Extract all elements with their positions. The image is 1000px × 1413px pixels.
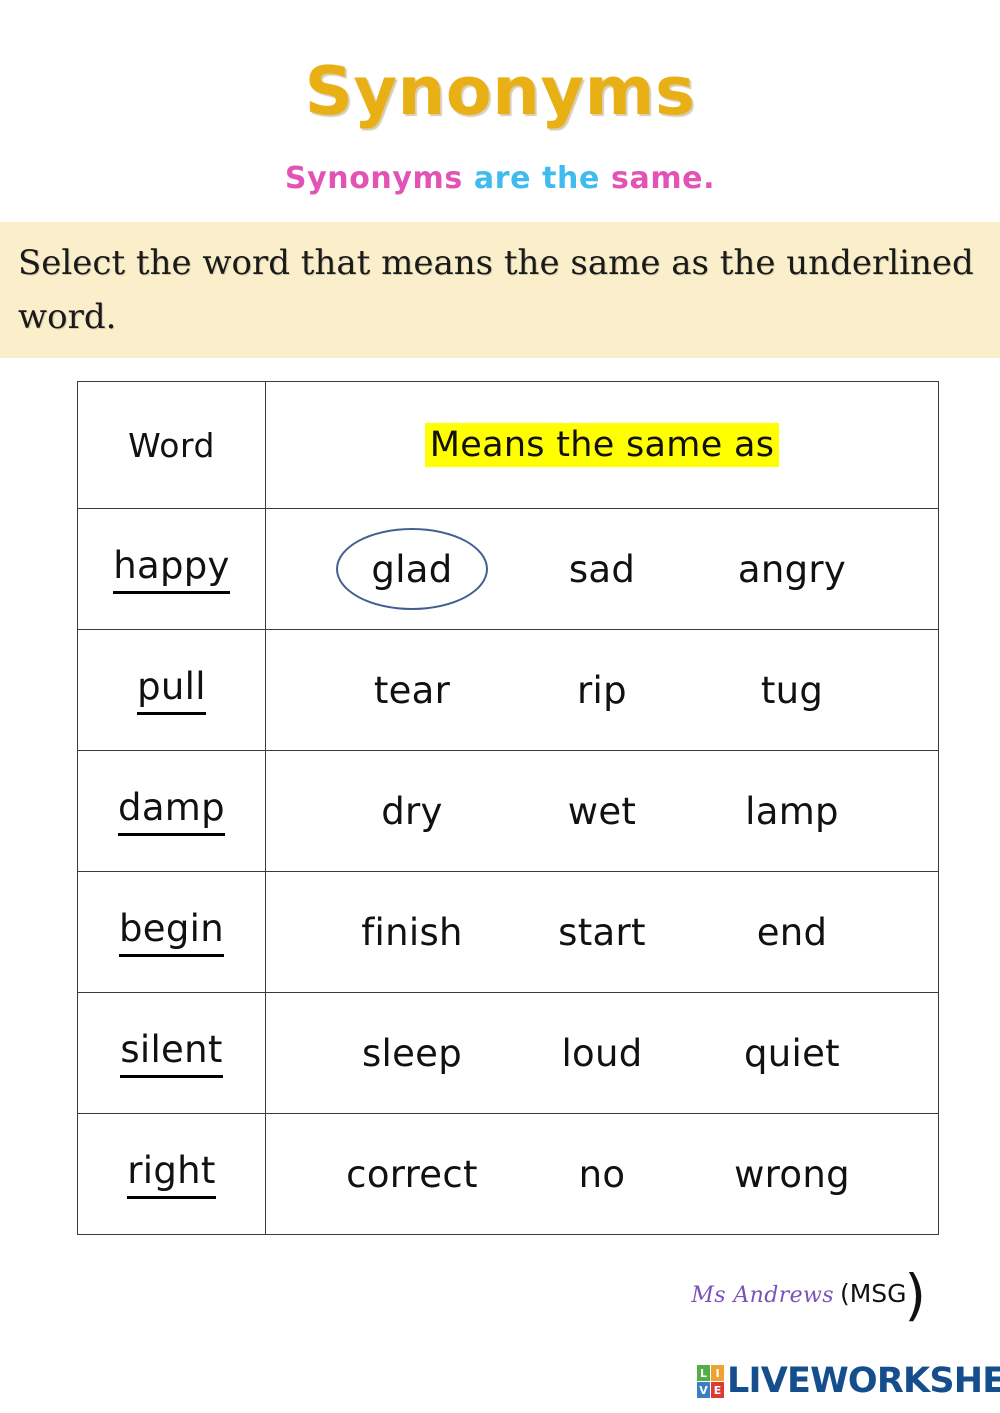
option-choice[interactable]: sleep: [317, 993, 507, 1113]
option-group: finish start end: [266, 872, 938, 992]
subtitle-part-2: are the: [473, 161, 612, 196]
logo-square-v: V: [697, 1382, 710, 1398]
cell-options: finish start end: [265, 871, 939, 993]
option-group: glad sad angry: [266, 509, 938, 629]
option-group: tear rip tug: [266, 630, 938, 750]
option-choice[interactable]: angry: [697, 509, 887, 629]
cell-options: tear rip tug: [265, 629, 939, 751]
option-choice[interactable]: end: [697, 872, 887, 992]
option-choice[interactable]: rip: [507, 630, 697, 750]
option-choice[interactable]: wet: [507, 751, 697, 871]
header-cell-means: Means the same as: [265, 381, 939, 509]
option-choice[interactable]: quiet: [697, 993, 887, 1113]
instruction-text: Select the word that means the same as t…: [18, 243, 974, 338]
cell-word: damp: [77, 750, 266, 872]
option-group: dry wet lamp: [266, 751, 938, 871]
header-cell-word: Word: [77, 381, 266, 509]
logo-square-e: E: [711, 1382, 724, 1398]
underlined-word: pull: [137, 665, 206, 715]
page-subtitle: Synonyms are the same.: [0, 164, 1000, 194]
cell-word: right: [77, 1113, 266, 1235]
table-row: damp dry wet lamp: [77, 750, 939, 872]
option-choice[interactable]: no: [507, 1114, 697, 1234]
cell-word: silent: [77, 992, 266, 1114]
synonyms-table: Word Means the same as happy glad sad angry…: [77, 381, 939, 1235]
option-choice[interactable]: lamp: [697, 751, 887, 871]
option-choice[interactable]: start: [507, 872, 697, 992]
underlined-word: damp: [118, 786, 225, 836]
option-choice[interactable]: correct: [317, 1114, 507, 1234]
logo-square-l: L: [697, 1365, 710, 1381]
cell-options: glad sad angry: [265, 508, 939, 630]
header-word-label: Word: [128, 425, 215, 465]
option-choice[interactable]: loud: [507, 993, 697, 1113]
cell-word: begin: [77, 871, 266, 993]
option-choice[interactable]: finish: [317, 872, 507, 992]
cell-options: correct no wrong: [265, 1113, 939, 1235]
underlined-word: silent: [120, 1028, 223, 1078]
cell-options: sleep loud quiet: [265, 992, 939, 1114]
table-row: right correct no wrong: [77, 1113, 939, 1235]
table-row: happy glad sad angry: [77, 508, 939, 630]
signature-name: Ms Andrews: [691, 1283, 834, 1308]
option-group: sleep loud quiet: [266, 993, 938, 1113]
table-body: Word Means the same as happy glad sad angry…: [77, 381, 939, 1235]
table-row: begin finish start end: [77, 871, 939, 993]
option-choice[interactable]: tear: [317, 630, 507, 750]
option-choice[interactable]: dry: [317, 751, 507, 871]
table-row: silent sleep loud quiet: [77, 992, 939, 1114]
liveworksheets-logo[interactable]: L I V E LIVEWORKSHEETS: [697, 1364, 1000, 1399]
table-header-row: Word Means the same as: [77, 381, 939, 509]
table-row: pull tear rip tug: [77, 629, 939, 751]
underlined-word: begin: [119, 907, 224, 957]
logo-brand-text: LIVEWORKSHEETS: [727, 1361, 1000, 1401]
header-means-label: Means the same as: [424, 423, 780, 467]
cell-options: dry wet lamp: [265, 750, 939, 872]
logo-square-i: I: [711, 1365, 724, 1381]
page-title: Synonyms: [304, 52, 696, 130]
instruction-banner: Select the word that means the same as t…: [0, 222, 1000, 358]
subtitle-part-3: same.: [611, 161, 716, 196]
option-choice[interactable]: sad: [507, 509, 697, 629]
signature-paren: ): [904, 1263, 926, 1327]
underlined-word: happy: [113, 544, 230, 594]
underlined-word: right: [127, 1149, 216, 1199]
option-choice[interactable]: tug: [697, 630, 887, 750]
cell-word: happy: [77, 508, 266, 630]
option-group: correct no wrong: [266, 1114, 938, 1234]
teacher-signature: Ms Andrews (MSG): [0, 1268, 1000, 1323]
logo-squares: L I V E: [697, 1365, 724, 1398]
option-choice[interactable]: wrong: [697, 1114, 887, 1234]
subtitle-part-1: Synonyms: [284, 161, 474, 196]
cell-word: pull: [77, 629, 266, 751]
option-choice[interactable]: glad: [317, 509, 507, 629]
signature-initials: (MSG: [839, 1279, 907, 1308]
